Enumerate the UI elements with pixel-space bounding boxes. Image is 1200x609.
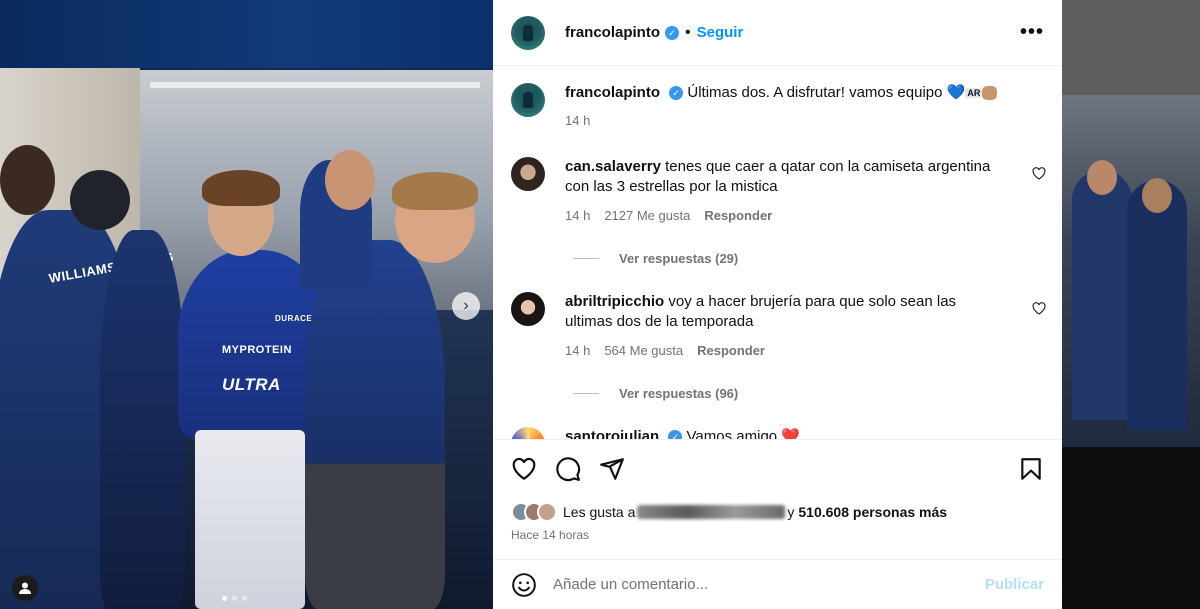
blurred-username xyxy=(637,505,786,519)
publish-button[interactable]: Publicar xyxy=(985,576,1044,593)
crew-head-2 xyxy=(70,170,130,230)
comment-username[interactable]: abriltripicchio xyxy=(565,293,664,310)
commenter-avatar[interactable] xyxy=(511,157,545,191)
instagram-post-modal: WILLIAMS RACING ULTRA MYPROTEIN DURACELL… xyxy=(0,0,1200,609)
comment-username[interactable]: santoroiulian xyxy=(565,428,659,439)
more-options-icon[interactable]: ••• xyxy=(1020,21,1044,44)
comment-body: can.salaverry tenes que caer a qatar con… xyxy=(565,157,1005,226)
post-photo[interactable]: WILLIAMS RACING ULTRA MYPROTEIN DURACELL… xyxy=(0,0,493,609)
photo-banner xyxy=(0,0,493,68)
like-comment-heart-icon[interactable] xyxy=(1032,302,1046,315)
comments-list[interactable]: francolapinto ✓ Últimas dos. A disfrutar… xyxy=(493,67,1062,439)
driver-suit-sponsor: ULTRA xyxy=(222,375,281,394)
carousel-dot[interactable] xyxy=(232,596,237,601)
likes-count[interactable]: 510.608 personas más xyxy=(798,504,947,520)
likes-connector: y xyxy=(787,504,795,520)
follow-button[interactable]: Seguir xyxy=(697,24,744,41)
reply-button[interactable]: Responder xyxy=(697,341,765,361)
carousel-dot[interactable] xyxy=(222,596,227,601)
caption-text: Últimas dos. A disfrutar! vamos equipo xyxy=(687,84,943,101)
verified-badge-icon: ✓ xyxy=(669,86,684,101)
view-replies-label: Ver respuestas (96) xyxy=(619,386,739,401)
driver-suit-sponsor2: MYPROTEIN xyxy=(222,344,292,356)
caption-time: 14 h xyxy=(565,113,591,129)
comment-item: abriltripicchio voy a hacer brujería par… xyxy=(493,292,1062,361)
likers-avatars xyxy=(511,502,557,522)
crew-head-back xyxy=(325,150,375,210)
bg-person xyxy=(1072,170,1132,420)
author-avatar[interactable] xyxy=(511,15,545,50)
post-actions: Les gusta a y 510.608 personas más Hace … xyxy=(493,439,1062,559)
comment-time: 14 h xyxy=(565,343,591,358)
bookmark-save-icon[interactable] xyxy=(1018,456,1044,482)
blue-heart-emoji: 💙 xyxy=(946,84,966,101)
like-heart-icon[interactable] xyxy=(511,456,537,482)
comment-text: Vamos amigo xyxy=(686,428,778,439)
reply-button[interactable]: Responder xyxy=(704,206,772,226)
likes-prefix: Les gusta a xyxy=(563,504,636,520)
verified-badge-icon: ✓ xyxy=(665,25,680,40)
caption-avatar[interactable] xyxy=(511,83,545,117)
crew-hair-right xyxy=(392,172,478,210)
comment-body: abriltripicchio voy a hacer brujería par… xyxy=(565,292,1005,361)
comment-item: santoroiulian ✓ Vamos amigo ❤️ xyxy=(493,427,1062,439)
view-replies-button[interactable]: Ver respuestas (29) xyxy=(573,251,738,266)
commenter-avatar[interactable] xyxy=(511,427,545,439)
view-replies-label: Ver respuestas (29) xyxy=(619,251,739,266)
action-icons xyxy=(493,440,1062,482)
post-header: francolapinto ✓ • Seguir ••• xyxy=(493,0,1062,66)
likes-summary[interactable]: Les gusta a y 510.608 personas más xyxy=(493,502,1062,522)
caption-username[interactable]: francolapinto xyxy=(565,84,660,101)
verified-badge-icon: ✓ xyxy=(668,430,683,439)
comment-likes[interactable]: 2127 Me gusta xyxy=(604,206,690,226)
share-send-icon[interactable] xyxy=(599,456,625,482)
replies-line xyxy=(573,393,599,394)
comment-meta: 14 h 2127 Me gusta Responder xyxy=(565,206,1005,226)
fist-emoji-icon xyxy=(982,86,998,101)
bg-person-head xyxy=(1142,178,1172,213)
view-replies-button[interactable]: Ver respuestas (96) xyxy=(573,386,738,401)
comment-likes[interactable]: 564 Me gusta xyxy=(604,341,683,361)
add-comment-bar: Publicar xyxy=(493,559,1062,609)
driver-legs xyxy=(195,430,305,609)
bg-top xyxy=(1062,0,1200,95)
bg-bottom xyxy=(1062,447,1200,609)
bg-person-head xyxy=(1087,160,1117,195)
photo-rail xyxy=(150,82,480,88)
comment-bubble-icon[interactable] xyxy=(555,456,581,482)
bg-person xyxy=(1127,180,1187,430)
comment-body: santoroiulian ✓ Vamos amigo ❤️ xyxy=(565,427,1005,439)
crew-head-left xyxy=(0,145,55,215)
post-time-ago: Hace 14 horas xyxy=(511,528,590,542)
post-caption: francolapinto ✓ Últimas dos. A disfrutar… xyxy=(493,67,1062,131)
replies-line xyxy=(573,258,599,259)
user-icon xyxy=(19,582,31,594)
background-next-post[interactable] xyxy=(1062,0,1200,609)
separator-dot: • xyxy=(685,23,691,41)
emoji-smiley-icon[interactable] xyxy=(511,572,537,598)
crew-member-right xyxy=(305,240,445,609)
driver-hair xyxy=(202,170,280,206)
commenter-avatar[interactable] xyxy=(511,292,545,326)
comment-item: can.salaverry tenes que caer a qatar con… xyxy=(493,157,1062,226)
comment-input[interactable] xyxy=(553,576,985,593)
post-panel: francolapinto ✓ • Seguir ••• francolapin… xyxy=(493,0,1062,609)
liker-avatar xyxy=(537,502,557,522)
flag-emoji: AR xyxy=(965,88,983,99)
red-heart-emoji: ❤️ xyxy=(781,428,800,439)
comment-meta: 14 h 564 Me gusta Responder xyxy=(565,341,1005,361)
comment-username[interactable]: can.salaverry xyxy=(565,158,661,175)
caption-body: francolapinto ✓ Últimas dos. A disfrutar… xyxy=(565,83,998,131)
crew-member-2 xyxy=(100,230,185,609)
like-comment-heart-icon[interactable] xyxy=(1032,167,1046,180)
carousel-dot[interactable] xyxy=(242,596,247,601)
comment-time: 14 h xyxy=(565,208,591,223)
tagged-users-button[interactable] xyxy=(12,575,38,601)
carousel-next-button[interactable]: › xyxy=(452,292,480,320)
author-username[interactable]: francolapinto xyxy=(565,24,660,41)
carousel-dots xyxy=(222,596,247,601)
